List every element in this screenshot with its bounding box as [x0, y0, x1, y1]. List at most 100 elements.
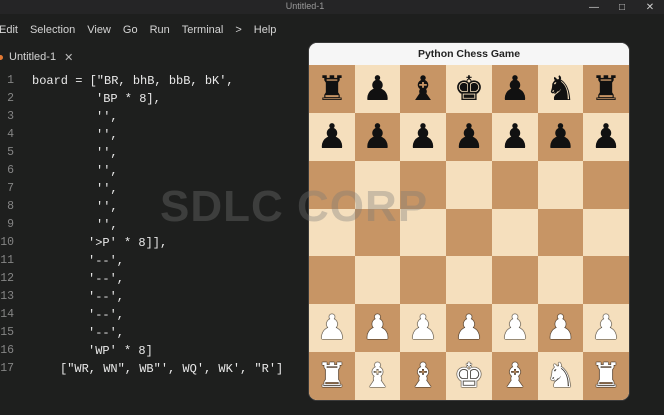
white-bishop-icon[interactable]: ♝	[362, 359, 392, 393]
tab-close-icon[interactable]: ✕	[64, 51, 73, 64]
line-number: 16	[0, 344, 14, 357]
maximize-button[interactable]: □	[608, 0, 636, 14]
black-pawn-icon[interactable]: ♟	[362, 72, 392, 106]
menu-edit[interactable]: Edit	[0, 24, 18, 36]
black-king-icon[interactable]: ♚	[454, 72, 484, 106]
board-square[interactable]: ♟	[355, 65, 400, 113]
white-rook-icon[interactable]: ♜	[591, 359, 621, 393]
board-square[interactable]	[355, 209, 400, 256]
board-square[interactable]	[309, 161, 355, 209]
white-pawn-icon[interactable]: ♟	[454, 311, 484, 345]
board-square[interactable]: ♜	[583, 352, 629, 400]
code-line: board = ["BR, bhB, bbB, bK',	[32, 74, 234, 88]
board-square[interactable]: ♚	[446, 65, 492, 113]
white-pawn-icon[interactable]: ♟	[317, 311, 347, 345]
black-pawn-icon[interactable]: ♟	[545, 120, 575, 154]
white-bishop-icon[interactable]: ♝	[500, 359, 530, 393]
menu-view[interactable]: View	[87, 24, 111, 36]
board-square[interactable]	[492, 256, 538, 304]
minimize-button[interactable]: —	[580, 0, 608, 14]
black-pawn-icon[interactable]: ♟	[454, 120, 484, 154]
board-square[interactable]	[355, 256, 400, 304]
board-square[interactable]: ♝	[492, 352, 538, 400]
menu-help[interactable]: Help	[254, 24, 277, 36]
white-pawn-icon[interactable]: ♟	[408, 311, 438, 345]
board-square[interactable]: ♝	[400, 65, 446, 113]
line-number: 2	[7, 92, 14, 105]
white-pawn-icon[interactable]: ♟	[545, 311, 575, 345]
board-square[interactable]	[583, 256, 629, 304]
board-square[interactable]: ♞	[538, 65, 583, 113]
white-rook-icon[interactable]: ♜	[317, 359, 347, 393]
menu-go[interactable]: Go	[123, 24, 138, 36]
black-rook-icon[interactable]: ♜	[317, 72, 347, 106]
white-pawn-icon[interactable]: ♟	[591, 311, 621, 345]
board-square[interactable]: ♜	[309, 352, 355, 400]
board-square[interactable]	[309, 209, 355, 256]
black-pawn-icon[interactable]: ♟	[591, 120, 621, 154]
board-square[interactable]: ♟	[492, 304, 538, 352]
black-bishop-icon[interactable]: ♝	[408, 72, 438, 106]
board-square[interactable]	[400, 161, 446, 209]
board-square[interactable]: ♟	[583, 113, 629, 161]
close-button[interactable]: ✕	[636, 0, 664, 14]
board-square[interactable]: ♟	[355, 113, 400, 161]
white-pawn-icon[interactable]: ♟	[500, 311, 530, 345]
menu-selection[interactable]: Selection	[30, 24, 75, 36]
menu-more-chevron-icon[interactable]: >	[235, 24, 241, 36]
board-square[interactable]	[400, 256, 446, 304]
board-square[interactable]: ♚	[446, 352, 492, 400]
line-number: 15	[0, 326, 14, 339]
board-square[interactable]: ♟	[309, 113, 355, 161]
black-pawn-icon[interactable]: ♟	[500, 72, 530, 106]
board-square[interactable]: ♟	[309, 304, 355, 352]
board-square[interactable]	[583, 161, 629, 209]
white-bishop-icon[interactable]: ♝	[408, 359, 438, 393]
board-square[interactable]	[309, 256, 355, 304]
menu-terminal[interactable]: Terminal	[182, 24, 224, 36]
board-square[interactable]: ♟	[538, 113, 583, 161]
board-square[interactable]: ♟	[355, 304, 400, 352]
board-square[interactable]	[446, 209, 492, 256]
board-square[interactable]: ♝	[355, 352, 400, 400]
line-number: 1	[7, 74, 14, 87]
code-line: '>P' * 8]],	[88, 236, 168, 250]
menu-run[interactable]: Run	[150, 24, 170, 36]
board-square[interactable]: ♝	[400, 352, 446, 400]
black-pawn-icon[interactable]: ♟	[500, 120, 530, 154]
black-rook-icon[interactable]: ♜	[591, 72, 621, 106]
board-square[interactable]	[538, 209, 583, 256]
board-square[interactable]: ♟	[400, 113, 446, 161]
board-square[interactable]	[583, 209, 629, 256]
board-square[interactable]: ♟	[492, 113, 538, 161]
black-knight-icon[interactable]: ♞	[545, 72, 575, 106]
board-square[interactable]	[355, 161, 400, 209]
code-editor[interactable]: 1 board = ["BR, bhB, bbB, bK', 2 'BP * 8],…	[0, 70, 310, 380]
editor-tab-bar: Untitled-1 ✕	[0, 45, 73, 69]
white-king-icon[interactable]: ♚	[454, 359, 484, 393]
line-number: 8	[7, 200, 14, 213]
board-square[interactable]	[492, 209, 538, 256]
board-square[interactable]: ♟	[400, 304, 446, 352]
board-square[interactable]: ♜	[583, 65, 629, 113]
board-square[interactable]	[538, 161, 583, 209]
board-square[interactable]: ♜	[309, 65, 355, 113]
board-square[interactable]	[492, 161, 538, 209]
white-pawn-icon[interactable]: ♟	[362, 311, 392, 345]
board-square[interactable]	[538, 256, 583, 304]
board-square[interactable]: ♟	[583, 304, 629, 352]
board-square[interactable]: ♟	[446, 304, 492, 352]
board-square[interactable]	[446, 256, 492, 304]
tab-untitled-1[interactable]: Untitled-1	[9, 51, 56, 63]
board-square[interactable]	[446, 161, 492, 209]
white-knight-icon[interactable]: ♞	[545, 359, 575, 393]
board-square[interactable]: ♟	[492, 65, 538, 113]
board-square[interactable]: ♞	[538, 352, 583, 400]
line-number: 10	[0, 236, 14, 249]
board-square[interactable]: ♟	[446, 113, 492, 161]
black-pawn-icon[interactable]: ♟	[408, 120, 438, 154]
board-square[interactable]	[400, 209, 446, 256]
black-pawn-icon[interactable]: ♟	[317, 120, 347, 154]
black-pawn-icon[interactable]: ♟	[362, 120, 392, 154]
board-square[interactable]: ♟	[538, 304, 583, 352]
